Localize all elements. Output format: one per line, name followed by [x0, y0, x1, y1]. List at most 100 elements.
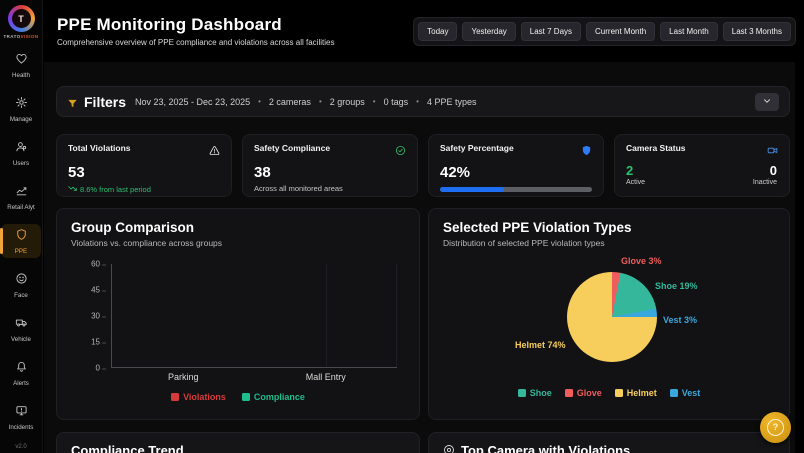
x-axis-label: Parking: [168, 372, 199, 382]
panel-title: Compliance Trend: [71, 443, 405, 453]
logo-letter: T: [12, 9, 31, 28]
shoe-swatch: [518, 389, 526, 397]
page-title: PPE Monitoring Dashboard: [57, 15, 334, 35]
vest-swatch: [670, 389, 678, 397]
sidebar-nav: Health Manage Users Retail Alyt PPE Face…: [0, 48, 42, 441]
sidebar-item-vehicle[interactable]: Vehicle: [1, 312, 41, 346]
time-btn-yesterday[interactable]: Yesterday: [462, 22, 515, 41]
sidebar-item-alerts[interactable]: Alerts: [1, 356, 41, 390]
filters-title: Filters: [84, 94, 126, 110]
sidebar-item-face[interactable]: Face: [1, 268, 41, 302]
app-version: v2.0: [15, 444, 26, 450]
pie-label-glove: Glove 3%: [621, 256, 662, 266]
sidebar: T TRATOVISION Health Manage Users Retail…: [0, 0, 43, 453]
filter-date-range: Nov 23, 2025 - Dec 23, 2025: [135, 97, 250, 107]
safety-progress-fill: [440, 187, 504, 192]
app-logo[interactable]: T: [8, 5, 35, 32]
legend-item-shoe[interactable]: Shoe: [518, 388, 552, 398]
bar-plot-area: Parking Mall Entry: [111, 264, 397, 368]
warning-triangle-icon: [209, 143, 220, 161]
time-btn-current-month[interactable]: Current Month: [586, 22, 655, 41]
sidebar-item-users[interactable]: Users: [1, 136, 41, 170]
sidebar-item-retail-analytics[interactable]: Retail Alyt: [1, 180, 41, 214]
card-total-violations: Total Violations 53 8.6% from last perio…: [56, 134, 232, 197]
safety-compliance-value: 38: [254, 164, 406, 181]
panel-subtitle: Distribution of selected PPE violation t…: [443, 238, 775, 248]
time-btn-today[interactable]: Today: [418, 22, 457, 41]
question-mark-icon: ?: [767, 419, 784, 436]
card-label: Total Violations: [68, 143, 131, 153]
filter-tags: 0 tags: [384, 97, 409, 107]
chevron-down-icon: [762, 93, 772, 111]
filters-expand-button[interactable]: [755, 93, 779, 111]
card-camera-status: Camera Status 2 Active 0 Inactive: [614, 134, 790, 197]
gridline: [396, 264, 397, 367]
filter-funnel-icon: [67, 96, 78, 107]
group-comparison-panel: Group Comparison Violations vs. complian…: [56, 208, 420, 420]
panel-title: Group Comparison: [71, 220, 405, 235]
safety-percentage-value: 42%: [440, 164, 592, 181]
legend-item-violations[interactable]: Violations: [171, 392, 226, 402]
x-axis-label: Mall Entry: [306, 372, 346, 382]
cameras-active: 2 Active: [626, 163, 645, 186]
time-btn-last-7-days[interactable]: Last 7 Days: [521, 22, 581, 41]
shield-badge-icon: [581, 143, 592, 161]
gear-icon: [15, 96, 28, 114]
card-label: Safety Percentage: [440, 143, 514, 153]
panel-title: Top Camera with Violations: [461, 443, 630, 453]
filter-cameras: 2 cameras: [269, 97, 311, 107]
header-titles: PPE Monitoring Dashboard Comprehensive o…: [57, 15, 334, 47]
help-button[interactable]: ?: [760, 412, 791, 443]
pie-label-vest: Vest 3%: [663, 315, 697, 325]
compliance-note: Across all monitored areas: [254, 184, 406, 193]
ppe-violation-types-panel: Selected PPE Violation Types Distributio…: [428, 208, 790, 420]
filters-summary: Nov 23, 2025 - Dec 23, 2025 • 2 cameras …: [135, 97, 476, 107]
violations-trend: 8.6% from last period: [68, 184, 220, 195]
y-axis-labels: 60 45 30 15 0: [71, 264, 107, 368]
pie-label-shoe: Shoe 19%: [655, 281, 698, 291]
legend-item-compliance[interactable]: Compliance: [242, 392, 305, 402]
filter-groups: 2 groups: [330, 97, 365, 107]
top-camera-violations-panel: Top Camera with Violations: [428, 432, 790, 453]
camera-target-icon: [443, 443, 455, 453]
pie-label-helmet: Helmet 74%: [515, 340, 566, 350]
sidebar-item-manage[interactable]: Manage: [1, 92, 41, 126]
gridline: [326, 264, 327, 367]
helmet-swatch: [615, 389, 623, 397]
sidebar-item-ppe[interactable]: PPE: [1, 224, 41, 258]
cameras-inactive: 0 Inactive: [753, 163, 777, 186]
page-subtitle: Comprehensive overview of PPE compliance…: [57, 38, 334, 47]
legend-item-vest[interactable]: Vest: [670, 388, 701, 398]
brand-name: TRATOVISION: [3, 34, 38, 39]
incident-monitor-icon: [15, 404, 28, 422]
compliance-swatch: [242, 393, 250, 401]
sidebar-item-health[interactable]: Health: [1, 48, 41, 82]
camera-icon: [767, 143, 778, 161]
legend-item-glove[interactable]: Glove: [565, 388, 602, 398]
pie-chart-legend: Shoe Glove Helmet Vest: [443, 388, 775, 398]
users-icon: [15, 140, 28, 158]
health-icon: [15, 52, 28, 70]
card-safety-percentage: Safety Percentage 42%: [428, 134, 604, 197]
compliance-trend-panel: Compliance Trend: [56, 432, 420, 453]
time-btn-last-month[interactable]: Last Month: [660, 22, 718, 41]
bell-icon: [15, 360, 28, 378]
filter-ppe-types: 4 PPE types: [427, 97, 477, 107]
legend-item-helmet[interactable]: Helmet: [615, 388, 657, 398]
total-violations-value: 53: [68, 164, 220, 181]
time-btn-last-3-months[interactable]: Last 3 Months: [723, 22, 791, 41]
shield-icon: [15, 228, 28, 246]
analytics-chart-icon: [15, 184, 28, 202]
card-safety-compliance: Safety Compliance 38 Across all monitore…: [242, 134, 418, 197]
truck-icon: [15, 316, 28, 334]
check-circle-icon: [395, 143, 406, 161]
time-range-group: Today Yesterday Last 7 Days Current Mont…: [413, 17, 796, 46]
safety-progress-track: [440, 187, 592, 192]
filters-bar[interactable]: Filters Nov 23, 2025 - Dec 23, 2025 • 2 …: [56, 86, 790, 117]
card-label: Camera Status: [626, 143, 686, 153]
face-icon: [15, 272, 28, 290]
ppe-pie: [567, 272, 657, 362]
bar-chart-legend: Violations Compliance: [71, 392, 405, 402]
panel-subtitle: Violations vs. compliance across groups: [71, 238, 405, 248]
sidebar-item-incidents[interactable]: Incidents: [1, 400, 41, 434]
